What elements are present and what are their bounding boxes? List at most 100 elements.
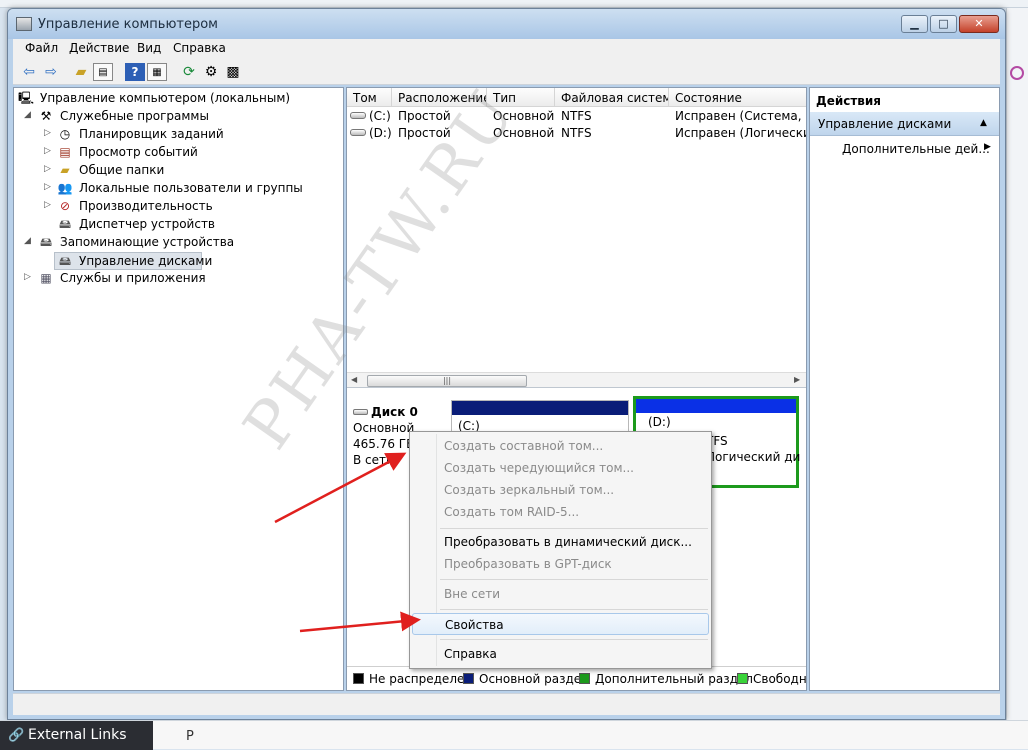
menu-item-convert-dynamic[interactable]: Преобразовать в динамический диск... — [412, 531, 709, 553]
users-icon: 👥 — [57, 181, 73, 195]
menu-item-properties[interactable]: Свойства — [412, 613, 709, 635]
services-icon: ▦ — [40, 271, 52, 285]
external-links-button[interactable]: 🔗 External Links — [0, 721, 153, 750]
partition-d-details: TFS Логический ди — [706, 433, 800, 465]
column-header-type[interactable]: Тип — [487, 88, 555, 107]
collapsed-arrow-icon[interactable]: ▷ — [44, 128, 51, 138]
properties-icon[interactable]: ▦ — [147, 63, 167, 81]
tree-item-label: Планировщик заданий — [79, 127, 224, 141]
disk-context-menu: Создать составной том... Создать чередую… — [409, 431, 712, 669]
maximize-button[interactable]: □ — [930, 15, 957, 33]
tree-item-task-scheduler[interactable]: ▷ ◷ Планировщик заданий — [14, 126, 334, 144]
cell-layout: Простой — [398, 126, 451, 140]
tree-item-services-apps[interactable]: ▷ ▦ Службы и приложения — [14, 270, 334, 288]
clock-icon: ◷ — [59, 127, 71, 141]
tree-item-performance[interactable]: ▷ ⊘ Производительность — [14, 198, 334, 216]
back-arrow-icon[interactable]: ⇦ — [19, 63, 39, 81]
tree-item-shared-folders[interactable]: ▷ ▰ Общие папки — [14, 162, 334, 180]
more-actions-label: Дополнительные дей... — [842, 142, 990, 156]
column-header-filesystem[interactable]: Файловая система — [555, 88, 669, 107]
column-header-status[interactable]: Состояние — [669, 88, 806, 107]
collapsed-arrow-icon[interactable]: ▷ — [44, 182, 51, 192]
refresh-icon[interactable]: ⟳ — [179, 63, 199, 81]
folder-up-icon[interactable]: ▰ — [71, 63, 91, 81]
table-row[interactable]: (C:) Простой Основной NTFS Исправен (Сис… — [347, 108, 806, 125]
actions-section-label: Управление дисками — [818, 117, 952, 131]
scroll-right-icon[interactable]: ▶ — [794, 375, 800, 384]
menu-view[interactable]: Вид — [137, 41, 161, 55]
menu-action[interactable]: Действие — [69, 41, 129, 55]
show-hide-tree-icon[interactable]: ▤ — [93, 63, 113, 81]
column-header-layout[interactable]: Расположение — [392, 88, 487, 107]
forward-arrow-icon[interactable]: ⇨ — [41, 63, 61, 81]
partition-d-status: Логический ди — [706, 450, 801, 464]
submenu-arrow-icon: ▶ — [984, 142, 991, 152]
collapsed-arrow-icon[interactable]: ▷ — [24, 272, 31, 282]
menu-item-create-striped: Создать чередующийся том... — [444, 461, 634, 475]
computer-management-icon — [16, 17, 32, 31]
expanded-arrow-icon[interactable]: ◢ — [24, 236, 31, 246]
tree-item-system-tools[interactable]: ◢ ⚒ Служебные программы — [14, 108, 334, 126]
tree-item-label: Службы и приложения — [60, 271, 206, 285]
close-button[interactable]: ✕ — [959, 15, 999, 33]
taskbar: 🔗 External Links P — [0, 720, 1028, 750]
menu-bar: Файл Действие Вид Справка — [13, 39, 1000, 59]
disk-legend: Не распределен Основной раздел Дополните… — [347, 666, 806, 688]
column-header-volume[interactable]: Том — [347, 88, 392, 107]
volume-list-header: Том Расположение Тип Файловая система Со… — [347, 88, 806, 107]
tree-item-device-manager[interactable]: 🖴 Диспетчер устройств — [14, 216, 334, 234]
legend-swatch-free — [737, 673, 748, 684]
menu-item-convert-gpt: Преобразовать в GPT-диск — [444, 557, 612, 571]
partition-d-filesystem: TFS — [706, 434, 728, 448]
actions-section-disk-management[interactable]: Управление дисками ▲ — [810, 112, 999, 136]
collapsed-arrow-icon[interactable]: ▷ — [44, 200, 51, 210]
disk-name: Диск 0 — [371, 405, 418, 419]
cell-status: Исправен (Логический — [675, 126, 806, 140]
disk-icon — [353, 409, 368, 415]
help-icon[interactable]: ? — [125, 63, 145, 81]
tree-item-event-viewer[interactable]: ▷ ▤ Просмотр событий — [14, 144, 334, 162]
legend-label: Основной раздел — [479, 672, 589, 686]
target-icon[interactable] — [1010, 66, 1024, 80]
minimize-button[interactable]: ▁ — [901, 15, 928, 33]
cell-layout: Простой — [398, 109, 451, 123]
actions-pane: Действия Управление дисками ▲ Дополнител… — [809, 87, 1000, 691]
tree-item-label: Общие папки — [79, 163, 165, 177]
collapse-up-icon[interactable]: ▲ — [980, 118, 987, 128]
scroll-left-icon[interactable]: ◀ — [351, 375, 357, 384]
tree-item-storage[interactable]: ◢ 🖴 Запоминающие устройства — [14, 234, 334, 252]
tree-item-root[interactable]: 🖳 Управление компьютером (локальным) — [14, 90, 334, 108]
legend-swatch-extended — [579, 673, 590, 684]
more-actions-item[interactable]: Дополнительные дей... ▶ — [842, 142, 991, 156]
table-row[interactable]: (D:) Простой Основной NTFS Исправен (Лог… — [347, 125, 806, 142]
scroll-thumb[interactable]: ||| — [367, 375, 527, 387]
logical-partition-bar — [636, 399, 796, 413]
title-bar[interactable]: Управление компьютером ▁ □ ✕ — [8, 9, 1005, 39]
collapsed-arrow-icon[interactable]: ▷ — [44, 146, 51, 156]
export-icon[interactable]: ▩ — [223, 63, 243, 81]
performance-icon: ⊘ — [59, 199, 71, 213]
tree-item-label: Служебные программы — [60, 109, 209, 123]
legend-swatch-unallocated — [353, 673, 364, 684]
tree-item-label: Управление дисками — [79, 254, 213, 268]
cell-filesystem: NTFS — [561, 126, 592, 140]
menu-file[interactable]: Файл — [25, 41, 58, 55]
tree-item-label: Производительность — [79, 199, 213, 213]
menu-separator — [440, 639, 708, 640]
legend-label: Свободно — [753, 672, 806, 686]
toolbar: ⇦ ⇨ ▰ ▤ ? ▦ ⟳ ⚙ ▩ — [13, 59, 1000, 85]
settings-icon[interactable]: ⚙ — [201, 63, 221, 81]
tree-item-local-users[interactable]: ▷ 👥 Локальные пользователи и группы — [14, 180, 334, 198]
collapsed-arrow-icon[interactable]: ▷ — [44, 164, 51, 174]
expanded-arrow-icon[interactable]: ◢ — [24, 110, 31, 120]
cell-type: Основной — [493, 109, 555, 123]
horizontal-scrollbar[interactable]: ◀ ||| ▶ — [347, 372, 806, 388]
menu-item-help[interactable]: Справка — [412, 643, 709, 665]
background-right-strip — [1006, 8, 1028, 720]
menu-help[interactable]: Справка — [173, 41, 226, 55]
cell-type: Основной — [493, 126, 555, 140]
navigation-tree: 🖳 Управление компьютером (локальным) ◢ ⚒… — [13, 87, 344, 691]
shared-folder-icon: ▰ — [60, 163, 70, 177]
tree-item-disk-management[interactable]: 🖴 Управление дисками — [54, 252, 212, 270]
primary-partition-bar — [452, 401, 628, 415]
